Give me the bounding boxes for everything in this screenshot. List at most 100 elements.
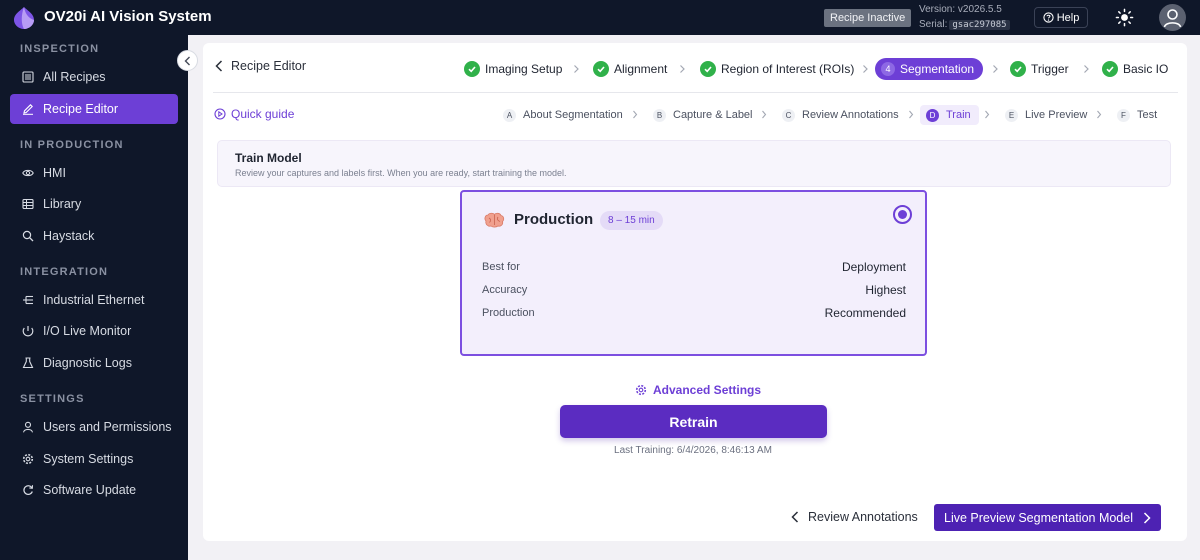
sidebar-item-label: Recipe Editor: [43, 102, 119, 116]
step-label: Imaging Setup: [485, 62, 563, 76]
sidebar-item-label: Users and Permissions: [43, 420, 172, 434]
recipe-editor-back-button[interactable]: Recipe Editor: [215, 59, 306, 73]
chevron-right-icon: [909, 110, 914, 119]
step-basic-io[interactable]: Basic IO: [1102, 58, 1168, 80]
eye-icon: [22, 169, 34, 177]
substep-label: Live Preview: [1025, 109, 1088, 121]
quick-guide-label: Quick guide: [231, 107, 295, 121]
check-circle-icon: [700, 61, 716, 77]
list-icon: [22, 71, 34, 83]
check-circle-icon: [1010, 61, 1026, 77]
retrain-button[interactable]: Retrain: [560, 405, 827, 438]
sidebar-collapse-button[interactable]: [177, 50, 198, 71]
substep-review-annotations[interactable]: C Review Annotations: [782, 105, 899, 125]
step-label: Region of Interest (ROIs): [721, 62, 855, 76]
play-circle-icon: [214, 108, 226, 120]
sidebar-item-software-update[interactable]: Software Update: [10, 475, 178, 505]
substep-capture-label[interactable]: B Capture & Label: [653, 105, 753, 125]
train-model-title: Train Model: [235, 151, 302, 165]
advanced-settings-link[interactable]: Advanced Settings: [635, 383, 761, 397]
last-training-text: Last Training: 6/4/2026, 8:46:13 AM: [614, 445, 772, 456]
duration-badge: 8 – 15 min: [600, 211, 663, 230]
network-icon: [23, 295, 33, 305]
app-title: OV20i AI Vision System: [44, 8, 212, 25]
production-option-card[interactable]: Production 8 – 15 min Best for Deploymen…: [460, 190, 927, 356]
user-avatar-icon: [1163, 9, 1182, 28]
serial-label: Serial:: [919, 19, 948, 30]
monitor-icon: [22, 326, 34, 337]
sidebar: INSPECTION All Recipes Recipe Editor IN …: [0, 35, 188, 560]
chevron-left-icon: [791, 511, 799, 523]
main-panel: Recipe Editor Imaging Setup Alignment Re…: [203, 43, 1187, 541]
sidebar-item-recipe-editor[interactable]: Recipe Editor: [10, 94, 178, 124]
sidebar-item-all-recipes[interactable]: All Recipes: [10, 62, 178, 92]
help-button[interactable]: Help: [1034, 7, 1088, 28]
section-inspection: INSPECTION: [20, 43, 100, 55]
chevron-right-icon: [863, 65, 868, 73]
sidebar-item-users-and-permissions[interactable]: Users and Permissions: [10, 412, 178, 442]
sun-icon[interactable]: [1115, 8, 1134, 27]
logo-icon: [14, 7, 34, 29]
gear-icon: [635, 384, 647, 396]
section-integration: INTEGRATION: [20, 266, 109, 278]
card-title: Production: [514, 211, 594, 228]
substep-label: About Segmentation: [523, 109, 623, 121]
substep-letter: D: [926, 108, 939, 122]
substep-letter: C: [782, 108, 795, 122]
live-preview-button[interactable]: Live Preview Segmentation Model: [934, 504, 1161, 531]
best-for-label: Best for: [482, 261, 520, 273]
sidebar-item-label: Library: [43, 197, 82, 211]
sidebar-item-haystack[interactable]: Haystack: [10, 221, 178, 251]
sidebar-item-label: HMI: [43, 166, 66, 180]
chevron-right-icon: [993, 65, 998, 73]
step-segmentation[interactable]: 4 Segmentation: [875, 58, 984, 80]
user-icon: [22, 421, 34, 433]
sidebar-item-io-live-monitor[interactable]: I/O Live Monitor: [10, 316, 178, 346]
back-label: Recipe Editor: [231, 59, 307, 73]
substep-live-preview[interactable]: E Live Preview: [1005, 105, 1087, 125]
version-text: Version: v2026.5.5: [919, 4, 1002, 15]
step-trigger[interactable]: Trigger: [1010, 58, 1069, 80]
serial-text: Serial: gsac297085: [919, 19, 1010, 30]
sidebar-item-diagnostic-logs[interactable]: Diagnostic Logs: [10, 348, 178, 378]
sidebar-item-library[interactable]: Library: [10, 189, 178, 219]
step-region-of-interest[interactable]: Region of Interest (ROIs): [700, 58, 854, 80]
substep-about-segmentation[interactable]: A About Segmentation: [503, 105, 623, 125]
quick-guide-link[interactable]: Quick guide: [214, 107, 294, 121]
production-label: Production: [482, 307, 535, 319]
substep-train[interactable]: D Train: [920, 105, 979, 125]
sidebar-item-industrial-ethernet[interactable]: Industrial Ethernet: [10, 285, 178, 315]
sidebar-item-system-settings[interactable]: System Settings: [10, 444, 178, 474]
step-imaging-setup[interactable]: Imaging Setup: [464, 58, 562, 80]
advanced-settings-label: Advanced Settings: [653, 383, 762, 397]
help-label: Help: [1056, 11, 1080, 24]
divider: [213, 92, 1178, 93]
sidebar-item-label: System Settings: [43, 452, 134, 466]
selected-radio[interactable]: [893, 205, 912, 224]
brain-icon: [484, 212, 505, 228]
check-circle-icon: [1102, 61, 1118, 77]
step-label: Segmentation: [900, 62, 975, 76]
grid-icon: [22, 198, 34, 210]
substep-letter: A: [503, 108, 516, 122]
avatar[interactable]: [1159, 4, 1186, 31]
chevron-right-icon: [574, 65, 579, 73]
pencil-icon: [23, 104, 33, 115]
sidebar-item-label: Industrial Ethernet: [43, 293, 145, 307]
substep-test[interactable]: F Test: [1117, 105, 1157, 125]
sidebar-item-label: Diagnostic Logs: [43, 356, 132, 370]
chevron-left-icon: [184, 56, 190, 65]
step-alignment[interactable]: Alignment: [593, 58, 667, 80]
sidebar-item-hmi[interactable]: HMI: [10, 158, 178, 188]
recipe-status-badge: Recipe Inactive: [824, 9, 912, 27]
substep-letter: E: [1005, 108, 1018, 122]
substep-label: Capture & Label: [673, 109, 753, 121]
chevron-right-icon: [1084, 65, 1089, 73]
best-for-value: Deployment: [841, 260, 906, 274]
production-value: Recommended: [824, 306, 906, 320]
chevron-right-icon: [985, 110, 990, 119]
chevron-left-icon: [215, 60, 223, 72]
review-annotations-button[interactable]: Review Annotations: [791, 510, 918, 524]
accuracy-label: Accuracy: [482, 284, 528, 296]
step-label: Alignment: [614, 62, 668, 76]
